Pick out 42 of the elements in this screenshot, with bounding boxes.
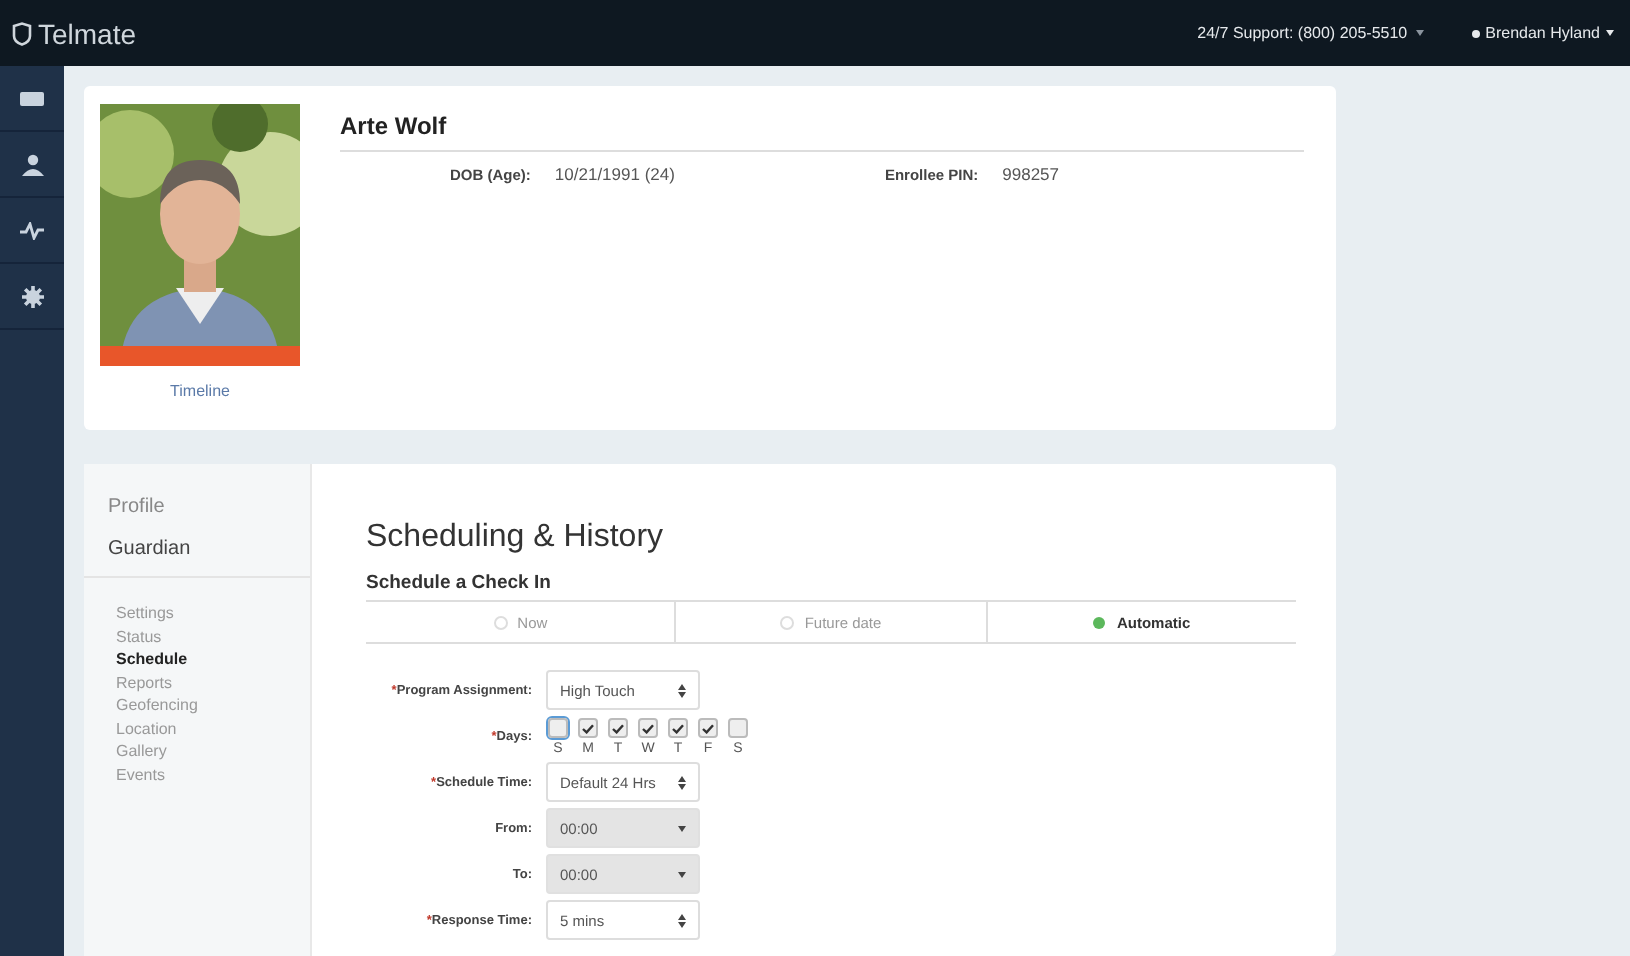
gear-icon bbox=[21, 285, 43, 307]
menu-item[interactable]: Events bbox=[84, 763, 310, 786]
menu-section[interactable]: Profile bbox=[84, 464, 310, 518]
timeline-link[interactable]: Timeline bbox=[170, 382, 230, 400]
day-checkbox[interactable] bbox=[638, 718, 658, 738]
field-value: 10/21/1991 (24) bbox=[554, 164, 675, 184]
brand-name: Telmate bbox=[38, 17, 137, 49]
status-dot-icon bbox=[1471, 29, 1480, 37]
sort-icon bbox=[678, 683, 686, 697]
day-checkbox[interactable] bbox=[698, 718, 718, 738]
day-checkbox[interactable] bbox=[548, 718, 568, 738]
day-checkbox[interactable] bbox=[578, 718, 598, 738]
caret-icon bbox=[678, 825, 686, 831]
shield-icon bbox=[12, 21, 32, 45]
day-checkbox[interactable] bbox=[608, 718, 628, 738]
radio-icon[interactable] bbox=[1092, 615, 1107, 629]
menu-item[interactable]: Geofencing bbox=[84, 694, 310, 717]
page-title: Scheduling & History bbox=[366, 520, 666, 556]
section-title: Schedule a Check In bbox=[366, 572, 553, 594]
pulse-icon bbox=[20, 221, 44, 239]
caret-icon[interactable] bbox=[1415, 30, 1424, 36]
support-phone[interactable]: 24/7 Support: (800) 205-5510 bbox=[1197, 24, 1408, 42]
menu-item[interactable]: Gallery bbox=[84, 740, 310, 763]
day-checkbox[interactable] bbox=[668, 718, 688, 738]
caret-icon[interactable] bbox=[1606, 30, 1614, 36]
radio-icon[interactable] bbox=[780, 615, 795, 629]
menu-item[interactable]: Reports bbox=[84, 671, 310, 694]
day-checkbox[interactable] bbox=[728, 718, 748, 738]
menu-item[interactable]: Schedule bbox=[84, 648, 310, 671]
enrollee-name: Arte Wolf bbox=[340, 104, 1304, 152]
menu-item[interactable]: Settings bbox=[84, 602, 310, 625]
menu-section[interactable]: Guardian bbox=[84, 518, 310, 578]
field-value: 998257 bbox=[1002, 164, 1060, 184]
sort-icon bbox=[678, 913, 686, 927]
sort-icon bbox=[678, 775, 686, 789]
card-icon bbox=[20, 89, 44, 107]
caret-icon bbox=[678, 871, 686, 877]
menu-item[interactable]: Location bbox=[84, 717, 310, 740]
radio-icon[interactable] bbox=[493, 615, 508, 629]
user-name[interactable]: Brendan Hyland bbox=[1485, 24, 1600, 42]
menu-item[interactable]: Status bbox=[84, 625, 310, 648]
person-icon bbox=[21, 153, 43, 175]
